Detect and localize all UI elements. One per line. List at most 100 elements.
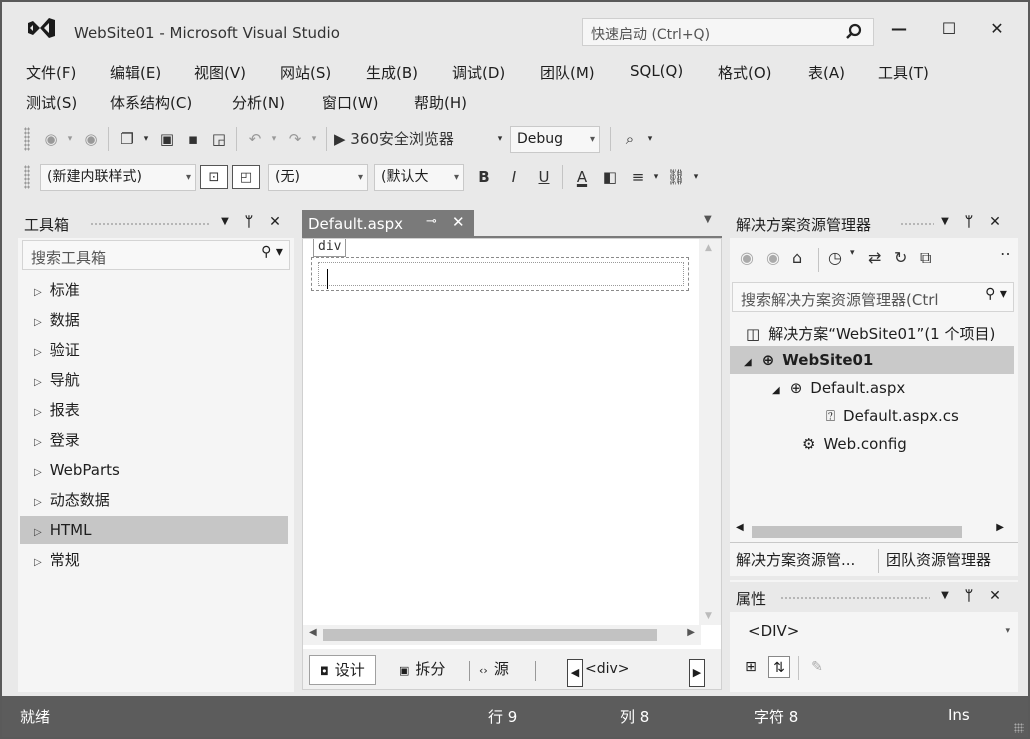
toolbox-group[interactable]: ▷ 登录 (20, 426, 288, 454)
pin-icon[interactable]: ᛘ (960, 212, 978, 232)
menu-build[interactable]: 生成(B) (366, 62, 418, 83)
menu-window[interactable]: 窗口(W) (322, 92, 379, 113)
font-name-select[interactable]: (默认大 ▾ (374, 164, 464, 191)
element-tag-label[interactable]: div (313, 239, 347, 257)
tree-item-default-aspx[interactable]: ◢ ⊕ Default.aspx (772, 374, 905, 402)
tree-item-web-config[interactable]: ⚙ Web.config (802, 430, 907, 458)
properties-object-select[interactable]: <DIV> ▾ (738, 618, 1014, 646)
refresh-icon[interactable]: ↻ (894, 248, 907, 267)
save-icon[interactable]: ▪ (182, 127, 204, 151)
collapse-icon[interactable]: ◢ (744, 357, 752, 368)
quick-launch-input[interactable]: 快速启动 (Ctrl+Q) (582, 18, 874, 46)
search-icon[interactable]: ⚲ ▾ (255, 244, 289, 266)
bold-button[interactable]: B (472, 165, 496, 189)
scroll-up-icon[interactable]: ▲ (705, 243, 712, 253)
toolbox-group[interactable]: ▷ 验证 (20, 336, 288, 364)
tab-default-aspx[interactable]: Default.aspx ⊸ ✕ (302, 210, 474, 238)
property-pages-icon[interactable]: ✎ (806, 656, 828, 678)
panel-drag-handle[interactable] (90, 222, 210, 226)
resize-grip-icon[interactable] (1014, 723, 1024, 733)
redo-dropdown-icon[interactable]: ▾ (308, 127, 320, 151)
close-window-button[interactable]: ✕ (980, 16, 1014, 42)
panel-menu-icon[interactable]: ▼ (216, 212, 234, 232)
forward-icon[interactable]: ◉ (766, 248, 780, 267)
toolbar-options-icon[interactable]: ▾ (644, 127, 656, 151)
menu-table[interactable]: 表(A) (808, 62, 845, 83)
menu-debug[interactable]: 调试(D) (452, 62, 505, 83)
toolbar-grip[interactable] (24, 127, 30, 151)
search-icon[interactable]: ⚲ ▾ (979, 286, 1013, 308)
toolbox-group[interactable]: ▷ 标准 (20, 276, 288, 304)
split-view-button[interactable]: ▣ 拆分 (389, 655, 455, 685)
menu-sql[interactable]: SQL(Q) (630, 62, 683, 80)
justify-icon[interactable]: ≡ (626, 165, 650, 189)
scroll-left-icon[interactable]: ◀ (736, 522, 744, 533)
toolbox-group[interactable]: ▷ 常规 (20, 546, 288, 574)
close-icon[interactable]: ✕ (986, 212, 1004, 232)
close-icon[interactable]: ✕ (986, 586, 1004, 606)
div-element[interactable] (311, 257, 689, 291)
toolbox-group[interactable]: ▷ 导航 (20, 366, 288, 394)
toolbox-group[interactable]: ▷ 数据 (20, 306, 288, 334)
font-color-button[interactable]: A (570, 165, 594, 189)
tree-item-default-aspx-cs[interactable]: ⍰ Default.aspx.cs (826, 402, 959, 430)
new-project-icon[interactable]: ❐ (116, 127, 138, 151)
scroll-down-icon[interactable]: ▼ (705, 611, 712, 621)
div-content-area[interactable] (318, 262, 684, 289)
open-file-icon[interactable]: ▣ (156, 127, 178, 151)
back-icon[interactable]: ◉ (740, 248, 754, 267)
menu-tools[interactable]: 工具(T) (878, 62, 929, 83)
pin-icon[interactable]: ᛘ (960, 586, 978, 606)
save-all-icon[interactable]: ◲ (208, 127, 230, 151)
scroll-right-icon[interactable]: ▶ (687, 627, 695, 638)
source-view-button[interactable]: ‹› 源 (469, 655, 519, 685)
tag-navigator-left-button[interactable]: ◀ (567, 659, 583, 687)
panel-drag-handle[interactable] (780, 596, 930, 600)
new-project-dropdown-icon[interactable]: ▾ (140, 127, 152, 151)
scrollbar-thumb[interactable] (752, 526, 962, 538)
menu-team[interactable]: 团队(M) (540, 62, 595, 83)
italic-button[interactable]: I (502, 165, 526, 189)
close-tab-icon[interactable]: ✕ (452, 213, 465, 231)
toolbox-group-selected[interactable]: ▷ HTML (20, 516, 288, 544)
tag-navigator-right-button[interactable]: ▶ (689, 659, 705, 687)
alphabetical-icon[interactable]: ⇅ (768, 656, 790, 678)
panel-drag-handle[interactable] (900, 222, 934, 226)
toolbox-group[interactable]: ▷ WebParts (20, 456, 288, 484)
pending-changes-icon[interactable]: ◷ (828, 248, 842, 267)
menu-view[interactable]: 视图(V) (194, 62, 246, 83)
navigate-back-icon[interactable]: ◉ (40, 127, 62, 151)
horizontal-scrollbar[interactable]: ◀ ▶ (730, 522, 1010, 540)
menu-architecture[interactable]: 体系结构(C) (110, 92, 192, 113)
menu-analyze[interactable]: 分析(N) (232, 92, 285, 113)
menu-file[interactable]: 文件(F) (26, 62, 76, 83)
find-in-files-icon[interactable]: ⌕ (618, 127, 642, 151)
tree-item-solution[interactable]: ◫ 解决方案“WebSite01”(1 个项目) (746, 320, 1018, 348)
tree-item-website[interactable]: ◢ ⊕ WebSite01 (730, 346, 1014, 374)
solution-config-select[interactable]: Debug ▾ (510, 126, 600, 153)
pin-tab-icon[interactable]: ⊸ (426, 214, 437, 229)
pin-icon[interactable]: ᛘ (240, 212, 258, 232)
block-format-select[interactable]: (无) ▾ (268, 164, 368, 191)
underline-button[interactable]: U (532, 165, 556, 189)
collapse-icon[interactable]: ◢ (772, 385, 780, 396)
scroll-left-icon[interactable]: ◀ (309, 627, 317, 638)
menu-help[interactable]: 帮助(H) (414, 92, 467, 113)
sync-icon[interactable]: ⇄ (868, 248, 881, 267)
design-surface[interactable]: div ▲ ▼ ◀ ▶ ◘ 设计 ▣ 拆分 ‹› 源 ◀ <div> ▶ (302, 238, 722, 690)
start-debugging-button[interactable]: ▶ 360安全浏览器 (334, 127, 494, 151)
toolbar-grip[interactable] (24, 165, 30, 189)
redo-icon[interactable]: ↷ (284, 127, 306, 151)
home-icon[interactable]: ⌂ (792, 248, 802, 267)
undo-icon[interactable]: ↶ (244, 127, 266, 151)
browser-dropdown-icon[interactable]: ▾ (494, 127, 506, 151)
scrollbar-thumb[interactable] (323, 629, 657, 641)
menu-format[interactable]: 格式(O) (718, 62, 772, 83)
tab-solution-explorer[interactable]: 解决方案资源管... (736, 549, 855, 570)
pending-dropdown-icon[interactable]: ▾ (850, 248, 855, 258)
hyperlink-icon[interactable]: ⛓ (664, 165, 688, 189)
collapse-all-icon[interactable]: ⧉ (920, 248, 931, 268)
solution-explorer-search-input[interactable]: 搜索解决方案资源管理器(Ctrl ⚲ ▾ (732, 282, 1014, 312)
menu-test[interactable]: 测试(S) (26, 92, 77, 113)
tab-list-dropdown-icon[interactable]: ▼ (704, 214, 712, 225)
